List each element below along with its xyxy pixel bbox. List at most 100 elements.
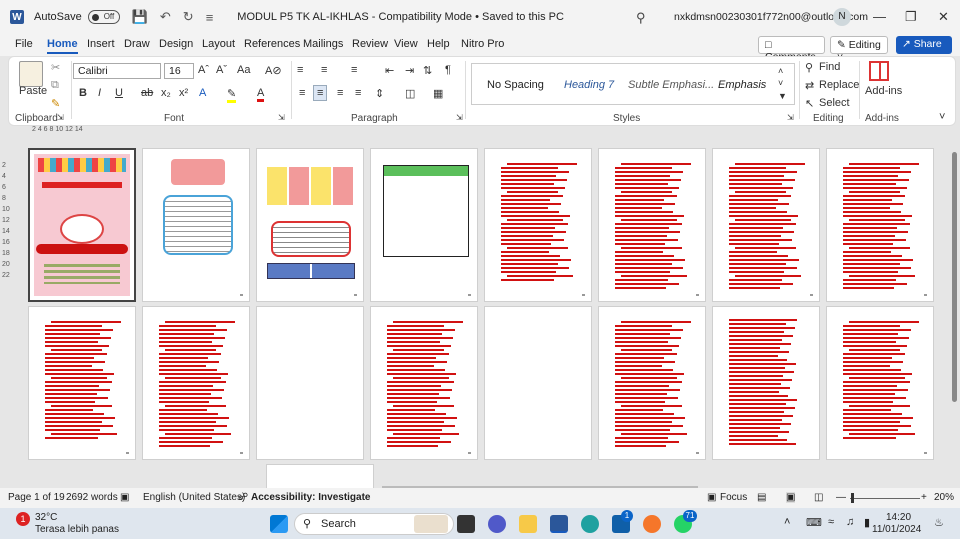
replace-button[interactable]: Replace bbox=[819, 79, 859, 91]
tab-review[interactable]: Review bbox=[352, 38, 388, 50]
vertical-ruler[interactable]: 2 4 6 8 10 12 14 16 18 20 22 bbox=[2, 160, 12, 281]
page-thumbnail[interactable] bbox=[256, 148, 364, 302]
highlight-icon[interactable]: ✎ bbox=[227, 87, 237, 103]
styles-gallery[interactable]: No Spacing Heading 7 Subtle Emphasi... E… bbox=[471, 63, 795, 105]
tab-view[interactable]: View bbox=[394, 38, 418, 50]
styles-scroll-down-icon[interactable]: ˅ bbox=[778, 78, 783, 88]
paragraph-launcher-icon[interactable]: ⇲ bbox=[456, 113, 463, 122]
clock-date[interactable]: 11/01/2024 bbox=[872, 524, 921, 535]
focus-icon[interactable]: ▣ bbox=[707, 492, 716, 503]
print-layout-icon[interactable]: ▣ bbox=[786, 492, 796, 503]
page-thumbnail[interactable] bbox=[28, 306, 136, 460]
clock-time[interactable]: 14:20 bbox=[886, 512, 911, 523]
tab-mailings[interactable]: Mailings bbox=[303, 38, 343, 50]
tab-nitro-pro[interactable]: Nitro Pro bbox=[461, 38, 504, 50]
page-cover[interactable] bbox=[28, 148, 136, 302]
styles-launcher-icon[interactable]: ⇲ bbox=[787, 113, 794, 122]
horizontal-ruler[interactable]: 2 4 6 8 10 12 14 bbox=[32, 126, 132, 138]
styles-scroll-up-icon[interactable]: ˄ bbox=[778, 66, 783, 76]
page-thumbnail[interactable] bbox=[256, 306, 364, 460]
sort-icon[interactable]: ⇅ bbox=[423, 64, 432, 77]
page-thumbnail[interactable] bbox=[712, 306, 820, 460]
replace-icon[interactable]: ⇄ bbox=[805, 79, 814, 92]
restore-icon[interactable]: ❐ bbox=[905, 9, 917, 25]
tab-insert[interactable]: Insert bbox=[87, 38, 115, 50]
subscript-icon[interactable]: x₂ bbox=[161, 87, 171, 99]
page-thumbnail[interactable] bbox=[266, 464, 374, 488]
select-icon[interactable]: ↖ bbox=[805, 97, 814, 110]
style-emphasis[interactable]: Emphasis bbox=[718, 79, 766, 91]
focus-button[interactable]: Focus bbox=[720, 492, 747, 503]
web-layout-icon[interactable]: ◫ bbox=[814, 492, 823, 503]
tab-design[interactable]: Design bbox=[159, 38, 193, 50]
font-launcher-icon[interactable]: ⇲ bbox=[278, 113, 285, 122]
show-formatting-icon[interactable]: ¶ bbox=[445, 64, 451, 76]
shading-icon[interactable]: ◫ bbox=[405, 87, 415, 100]
cut-icon[interactable]: ✂ bbox=[51, 61, 60, 74]
strikethrough-icon[interactable]: ab bbox=[141, 87, 153, 99]
line-spacing-icon[interactable]: ⇕ bbox=[375, 87, 384, 100]
style-subtle-emphasis[interactable]: Subtle Emphasi... bbox=[628, 79, 714, 91]
page-count[interactable]: Page 1 of 19 bbox=[8, 492, 65, 503]
tab-layout[interactable]: Layout bbox=[202, 38, 235, 50]
bullets-icon[interactable]: ≡ bbox=[297, 64, 303, 76]
page-thumbnail[interactable] bbox=[712, 148, 820, 302]
close-icon[interactable]: ✕ bbox=[938, 9, 949, 25]
autosave-toggle[interactable]: Off bbox=[87, 10, 120, 24]
clipboard-launcher-icon[interactable]: ⇲ bbox=[57, 113, 64, 122]
borders-icon[interactable]: ▦ bbox=[433, 87, 443, 100]
notification-bell-icon[interactable]: ♨ bbox=[934, 516, 944, 529]
italic-icon[interactable]: I bbox=[98, 87, 101, 99]
align-right-icon[interactable]: ≡ bbox=[337, 87, 343, 99]
align-center-icon[interactable]: ≡ bbox=[313, 85, 328, 101]
file-explorer-icon[interactable] bbox=[519, 515, 537, 533]
vertical-scrollbar[interactable] bbox=[950, 140, 960, 488]
find-icon[interactable]: ⚲ bbox=[805, 61, 813, 74]
page-thumbnail[interactable] bbox=[370, 306, 478, 460]
page-thumbnail[interactable] bbox=[370, 148, 478, 302]
multilevel-list-icon[interactable]: ≡ bbox=[351, 64, 357, 76]
firefox-icon[interactable] bbox=[643, 515, 661, 533]
undo-icon[interactable]: ↶ bbox=[160, 9, 171, 25]
page-thumbnail[interactable] bbox=[142, 306, 250, 460]
style-heading-7[interactable]: Heading 7 bbox=[564, 79, 614, 91]
accessibility-icon[interactable]: ☍ bbox=[238, 492, 248, 503]
tab-file[interactable]: File bbox=[15, 38, 33, 50]
font-name-select[interactable]: Calibri bbox=[73, 63, 161, 79]
accessibility-status[interactable]: Accessibility: Investigate bbox=[251, 492, 371, 503]
zoom-in-icon[interactable]: + bbox=[921, 492, 927, 503]
start-icon[interactable] bbox=[270, 515, 288, 533]
comments-button[interactable]: □ Comments bbox=[758, 36, 825, 63]
clear-formatting-icon[interactable]: A⊘ bbox=[265, 64, 282, 77]
font-color-icon[interactable]: A bbox=[257, 87, 265, 102]
style-no-spacing[interactable]: No Spacing bbox=[487, 79, 544, 91]
shrink-font-icon[interactable]: Aˇ bbox=[216, 64, 227, 76]
redo-icon[interactable]: ↻ bbox=[183, 9, 194, 25]
chat-icon[interactable] bbox=[488, 515, 506, 533]
tab-help[interactable]: Help bbox=[427, 38, 450, 50]
task-view-icon[interactable] bbox=[457, 515, 475, 533]
search-icon[interactable]: ⚲ bbox=[636, 10, 646, 26]
justify-icon[interactable]: ≡ bbox=[355, 87, 361, 99]
paste-button[interactable]: Paste bbox=[19, 85, 47, 97]
tab-draw[interactable]: Draw bbox=[124, 38, 150, 50]
edge-icon[interactable] bbox=[581, 515, 599, 533]
customize-toolbar-icon[interactable]: ≡ bbox=[206, 10, 214, 25]
zoom-slider-handle[interactable] bbox=[851, 493, 854, 503]
word-taskbar-icon[interactable] bbox=[550, 515, 568, 533]
battery-icon[interactable]: ▮ bbox=[864, 516, 870, 529]
save-icon[interactable]: 💾 bbox=[132, 9, 148, 25]
wifi-icon[interactable]: ≈ bbox=[828, 516, 834, 528]
decrease-indent-icon[interactable]: ⇤ bbox=[385, 64, 394, 77]
language[interactable]: English (United States) bbox=[143, 492, 245, 503]
document-canvas[interactable] bbox=[14, 140, 948, 488]
tab-references[interactable]: References bbox=[244, 38, 300, 50]
page-thumbnail[interactable] bbox=[826, 148, 934, 302]
share-button[interactable]: ↗ Share bbox=[896, 36, 952, 54]
editing-mode-button[interactable]: ✎ Editing ˅ bbox=[830, 36, 888, 63]
volume-icon[interactable]: ♫ bbox=[846, 516, 854, 528]
read-mode-icon[interactable]: ▤ bbox=[757, 492, 766, 503]
tab-home[interactable]: Home bbox=[47, 38, 78, 54]
page-thumbnail[interactable] bbox=[598, 148, 706, 302]
text-effects-icon[interactable]: A bbox=[199, 87, 206, 99]
